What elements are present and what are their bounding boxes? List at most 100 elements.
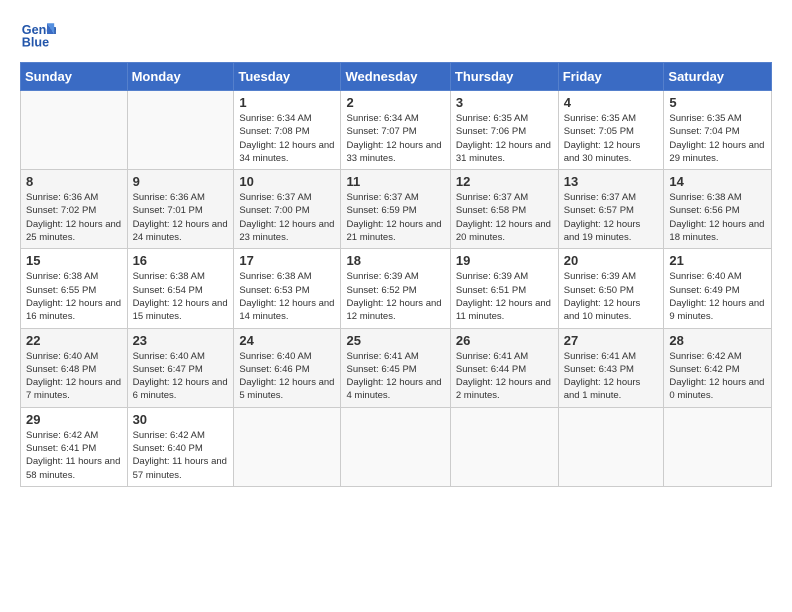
day-number: 9 — [133, 174, 229, 189]
day-number: 4 — [564, 95, 659, 110]
day-cell: 15 Sunrise: 6:38 AM Sunset: 6:55 PM Dayl… — [21, 249, 128, 328]
day-info: Sunrise: 6:36 AM Sunset: 7:01 PM Dayligh… — [133, 191, 229, 244]
header-row: SundayMondayTuesdayWednesdayThursdayFrid… — [21, 63, 772, 91]
day-info: Sunrise: 6:39 AM Sunset: 6:50 PM Dayligh… — [564, 270, 659, 323]
day-cell: 4 Sunrise: 6:35 AM Sunset: 7:05 PM Dayli… — [558, 91, 664, 170]
day-header: Friday — [558, 63, 664, 91]
day-info: Sunrise: 6:37 AM Sunset: 7:00 PM Dayligh… — [239, 191, 335, 244]
day-info: Sunrise: 6:36 AM Sunset: 7:02 PM Dayligh… — [26, 191, 122, 244]
page: General Blue SundayMondayTuesdayWednesda… — [0, 0, 792, 612]
day-cell: 3 Sunrise: 6:35 AM Sunset: 7:06 PM Dayli… — [450, 91, 558, 170]
day-number: 1 — [239, 95, 335, 110]
day-number: 3 — [456, 95, 553, 110]
day-info: Sunrise: 6:38 AM Sunset: 6:54 PM Dayligh… — [133, 270, 229, 323]
day-cell: 1 Sunrise: 6:34 AM Sunset: 7:08 PM Dayli… — [234, 91, 341, 170]
day-cell: 9 Sunrise: 6:36 AM Sunset: 7:01 PM Dayli… — [127, 170, 234, 249]
day-info: Sunrise: 6:40 AM Sunset: 6:47 PM Dayligh… — [133, 350, 229, 403]
day-cell: 27 Sunrise: 6:41 AM Sunset: 6:43 PM Dayl… — [558, 328, 664, 407]
day-cell — [558, 407, 664, 486]
day-cell: 28 Sunrise: 6:42 AM Sunset: 6:42 PM Dayl… — [664, 328, 772, 407]
day-cell — [341, 407, 450, 486]
day-info: Sunrise: 6:40 AM Sunset: 6:48 PM Dayligh… — [26, 350, 122, 403]
day-number: 2 — [346, 95, 444, 110]
day-cell: 21 Sunrise: 6:40 AM Sunset: 6:49 PM Dayl… — [664, 249, 772, 328]
logo: General Blue — [20, 16, 60, 52]
day-cell: 30 Sunrise: 6:42 AM Sunset: 6:40 PM Dayl… — [127, 407, 234, 486]
day-cell: 29 Sunrise: 6:42 AM Sunset: 6:41 PM Dayl… — [21, 407, 128, 486]
day-cell: 17 Sunrise: 6:38 AM Sunset: 6:53 PM Dayl… — [234, 249, 341, 328]
day-info: Sunrise: 6:35 AM Sunset: 7:06 PM Dayligh… — [456, 112, 553, 165]
day-cell: 19 Sunrise: 6:39 AM Sunset: 6:51 PM Dayl… — [450, 249, 558, 328]
day-info: Sunrise: 6:38 AM Sunset: 6:53 PM Dayligh… — [239, 270, 335, 323]
day-info: Sunrise: 6:38 AM Sunset: 6:55 PM Dayligh… — [26, 270, 122, 323]
day-info: Sunrise: 6:39 AM Sunset: 6:51 PM Dayligh… — [456, 270, 553, 323]
day-cell: 20 Sunrise: 6:39 AM Sunset: 6:50 PM Dayl… — [558, 249, 664, 328]
week-row: 15 Sunrise: 6:38 AM Sunset: 6:55 PM Dayl… — [21, 249, 772, 328]
day-cell: 24 Sunrise: 6:40 AM Sunset: 6:46 PM Dayl… — [234, 328, 341, 407]
day-cell: 10 Sunrise: 6:37 AM Sunset: 7:00 PM Dayl… — [234, 170, 341, 249]
calendar-table: SundayMondayTuesdayWednesdayThursdayFrid… — [20, 62, 772, 487]
day-cell — [21, 91, 128, 170]
day-number: 10 — [239, 174, 335, 189]
day-number: 12 — [456, 174, 553, 189]
day-number: 22 — [26, 333, 122, 348]
day-cell: 25 Sunrise: 6:41 AM Sunset: 6:45 PM Dayl… — [341, 328, 450, 407]
day-number: 26 — [456, 333, 553, 348]
day-info: Sunrise: 6:42 AM Sunset: 6:42 PM Dayligh… — [669, 350, 766, 403]
day-info: Sunrise: 6:41 AM Sunset: 6:43 PM Dayligh… — [564, 350, 659, 403]
day-info: Sunrise: 6:41 AM Sunset: 6:45 PM Dayligh… — [346, 350, 444, 403]
day-info: Sunrise: 6:41 AM Sunset: 6:44 PM Dayligh… — [456, 350, 553, 403]
day-info: Sunrise: 6:34 AM Sunset: 7:08 PM Dayligh… — [239, 112, 335, 165]
day-info: Sunrise: 6:42 AM Sunset: 6:40 PM Dayligh… — [133, 429, 229, 482]
day-number: 24 — [239, 333, 335, 348]
day-info: Sunrise: 6:35 AM Sunset: 7:04 PM Dayligh… — [669, 112, 766, 165]
day-cell — [450, 407, 558, 486]
day-cell: 11 Sunrise: 6:37 AM Sunset: 6:59 PM Dayl… — [341, 170, 450, 249]
day-cell: 12 Sunrise: 6:37 AM Sunset: 6:58 PM Dayl… — [450, 170, 558, 249]
week-row: 29 Sunrise: 6:42 AM Sunset: 6:41 PM Dayl… — [21, 407, 772, 486]
header: General Blue — [20, 16, 772, 52]
day-number: 20 — [564, 253, 659, 268]
day-number: 28 — [669, 333, 766, 348]
day-header: Thursday — [450, 63, 558, 91]
day-number: 8 — [26, 174, 122, 189]
day-number: 15 — [26, 253, 122, 268]
week-row: 8 Sunrise: 6:36 AM Sunset: 7:02 PM Dayli… — [21, 170, 772, 249]
day-header: Tuesday — [234, 63, 341, 91]
logo-icon: General Blue — [20, 16, 56, 52]
day-cell: 22 Sunrise: 6:40 AM Sunset: 6:48 PM Dayl… — [21, 328, 128, 407]
week-row: 22 Sunrise: 6:40 AM Sunset: 6:48 PM Dayl… — [21, 328, 772, 407]
day-cell: 18 Sunrise: 6:39 AM Sunset: 6:52 PM Dayl… — [341, 249, 450, 328]
day-cell: 23 Sunrise: 6:40 AM Sunset: 6:47 PM Dayl… — [127, 328, 234, 407]
day-info: Sunrise: 6:40 AM Sunset: 6:49 PM Dayligh… — [669, 270, 766, 323]
svg-text:Blue: Blue — [22, 36, 49, 50]
day-cell: 5 Sunrise: 6:35 AM Sunset: 7:04 PM Dayli… — [664, 91, 772, 170]
day-number: 30 — [133, 412, 229, 427]
week-row: 1 Sunrise: 6:34 AM Sunset: 7:08 PM Dayli… — [21, 91, 772, 170]
day-number: 19 — [456, 253, 553, 268]
day-cell — [664, 407, 772, 486]
day-info: Sunrise: 6:37 AM Sunset: 6:57 PM Dayligh… — [564, 191, 659, 244]
day-header: Wednesday — [341, 63, 450, 91]
day-number: 11 — [346, 174, 444, 189]
day-number: 27 — [564, 333, 659, 348]
day-cell: 8 Sunrise: 6:36 AM Sunset: 7:02 PM Dayli… — [21, 170, 128, 249]
day-number: 21 — [669, 253, 766, 268]
day-cell: 13 Sunrise: 6:37 AM Sunset: 6:57 PM Dayl… — [558, 170, 664, 249]
day-cell — [234, 407, 341, 486]
day-number: 14 — [669, 174, 766, 189]
day-info: Sunrise: 6:37 AM Sunset: 6:59 PM Dayligh… — [346, 191, 444, 244]
day-number: 23 — [133, 333, 229, 348]
day-info: Sunrise: 6:37 AM Sunset: 6:58 PM Dayligh… — [456, 191, 553, 244]
day-header: Monday — [127, 63, 234, 91]
day-number: 17 — [239, 253, 335, 268]
day-cell — [127, 91, 234, 170]
day-header: Sunday — [21, 63, 128, 91]
day-cell: 14 Sunrise: 6:38 AM Sunset: 6:56 PM Dayl… — [664, 170, 772, 249]
day-info: Sunrise: 6:42 AM Sunset: 6:41 PM Dayligh… — [26, 429, 122, 482]
day-number: 5 — [669, 95, 766, 110]
day-info: Sunrise: 6:38 AM Sunset: 6:56 PM Dayligh… — [669, 191, 766, 244]
day-number: 29 — [26, 412, 122, 427]
day-header: Saturday — [664, 63, 772, 91]
day-cell: 2 Sunrise: 6:34 AM Sunset: 7:07 PM Dayli… — [341, 91, 450, 170]
